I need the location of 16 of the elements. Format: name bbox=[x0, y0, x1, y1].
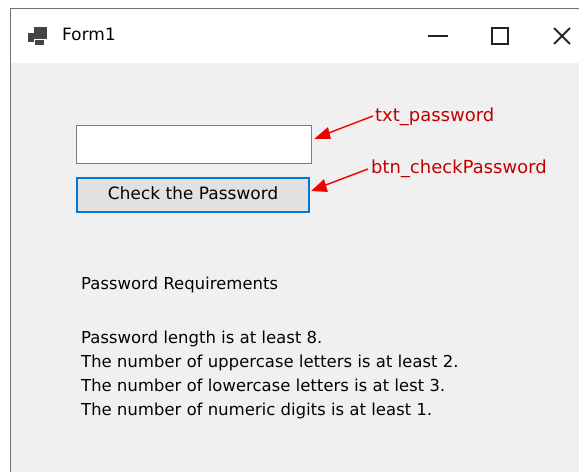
requirements-heading: Password Requirements bbox=[81, 273, 280, 295]
annotation-label: btn_checkPassword bbox=[371, 156, 547, 180]
window-title: Form1 bbox=[62, 24, 116, 48]
minimize-icon bbox=[428, 35, 448, 37]
requirement-text: The number of numeric digits is at least 1. bbox=[81, 399, 434, 421]
requirement-text: Password length is at least 8. bbox=[81, 327, 324, 349]
arrow bbox=[311, 168, 368, 192]
annotation-label: txt_password bbox=[375, 104, 494, 128]
maximize-icon bbox=[491, 27, 509, 45]
requirement-text: The number of uppercase letters is at least 2. bbox=[81, 351, 460, 373]
requirement-text: The number of lowercase letters is at lest 3. bbox=[81, 375, 446, 397]
check-password-button[interactable]: Check the Password bbox=[76, 177, 310, 213]
password-field[interactable] bbox=[76, 125, 312, 164]
app-icon bbox=[28, 27, 48, 45]
close-icon bbox=[553, 27, 571, 45]
arrow bbox=[314, 115, 374, 139]
